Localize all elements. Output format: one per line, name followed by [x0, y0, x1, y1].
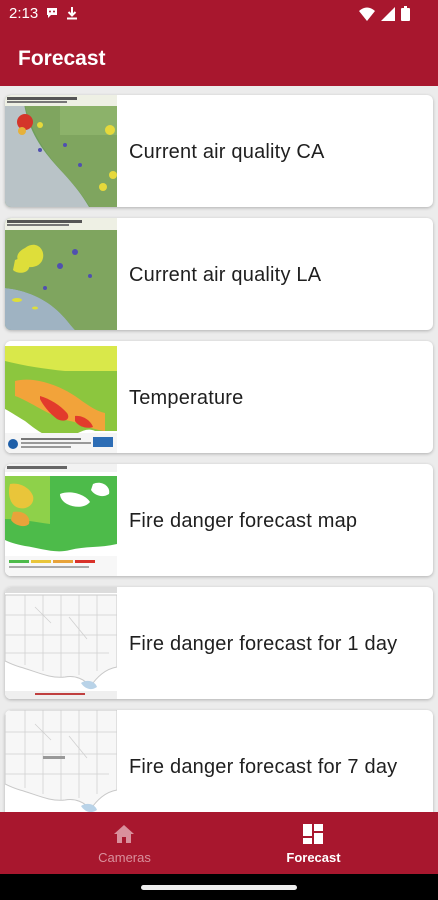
thumbnail-us-outline-map — [5, 587, 117, 699]
forecast-card-label: Fire danger forecast for 1 day — [129, 633, 398, 655]
status-bar: 2:13 — [0, 0, 438, 28]
signal-icon — [381, 6, 395, 26]
nav-item-forecast[interactable]: Forecast — [204, 812, 423, 874]
thumbnail-fire-danger-map — [5, 464, 117, 576]
forecast-card-fire-danger-1-day[interactable]: Fire danger forecast for 1 day — [5, 587, 433, 699]
forecast-card-label: Current air quality LA — [129, 264, 322, 286]
thumbnail-temperature-map — [5, 341, 117, 453]
home-icon — [113, 823, 135, 845]
forecast-card-label: Fire danger forecast for 7 day — [129, 756, 398, 778]
forecast-card-fire-danger-7-day[interactable]: Fire danger forecast for 7 day — [5, 710, 433, 812]
forecast-card-temperature[interactable]: Temperature — [5, 341, 433, 453]
chat-notification-icon — [45, 6, 59, 25]
forecast-card-fire-danger-map[interactable]: Fire danger forecast map — [5, 464, 433, 576]
download-icon — [66, 6, 78, 25]
thumbnail-california-air-quality-map — [5, 95, 117, 207]
nav-item-cameras[interactable]: Cameras — [15, 812, 234, 874]
dashboard-icon — [302, 823, 324, 845]
forecast-card-label: Fire danger forecast map — [129, 510, 358, 532]
status-time: 2:13 — [9, 5, 39, 22]
app-bar: Forecast — [0, 28, 438, 86]
forecast-card-label: Current air quality CA — [129, 141, 325, 163]
thumbnail-us-outline-map — [5, 710, 117, 812]
gesture-navigation-bar — [0, 874, 438, 900]
forecast-card-air-quality-la[interactable]: Current air quality LA — [5, 218, 433, 330]
forecast-card-label: Temperature — [129, 387, 244, 409]
nav-label-cameras: Cameras — [98, 850, 151, 865]
battery-icon — [401, 6, 410, 26]
page-title: Forecast — [18, 47, 106, 70]
thumbnail-los-angeles-air-quality-map — [5, 218, 117, 330]
home-gesture-handle[interactable] — [141, 885, 297, 890]
wifi-icon — [359, 7, 375, 26]
nav-label-forecast: Forecast — [286, 850, 341, 865]
forecast-card-air-quality-ca[interactable]: Current air quality CA — [5, 95, 433, 207]
forecast-list: Current air quality CA Current air quali… — [0, 86, 438, 812]
bottom-navigation: Cameras Forecast — [0, 812, 438, 874]
